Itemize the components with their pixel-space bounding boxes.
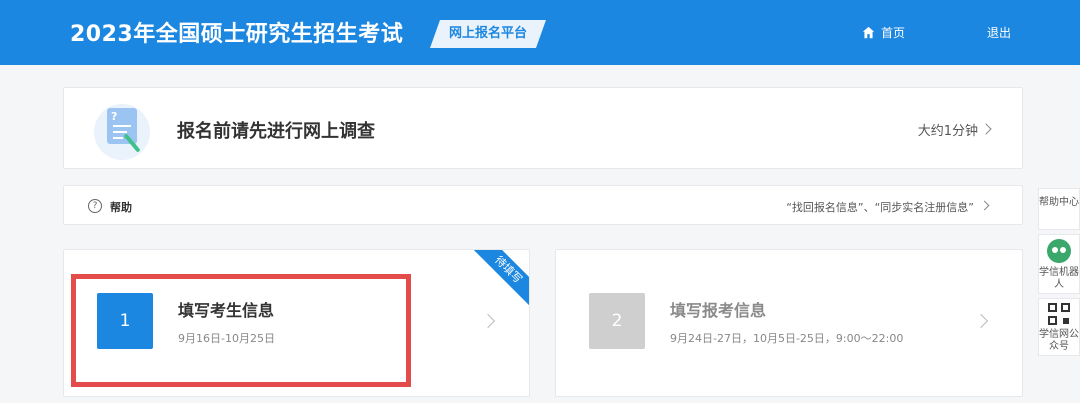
logout-link[interactable]: 退出: [987, 24, 1011, 41]
step-card-2[interactable]: 2 填写报考信息 9月24日-27日，10月5日-25日，9:00～22:00: [555, 249, 1023, 397]
highlight-box: [71, 274, 411, 387]
page-title: 2023年全国硕士研究生招生考试: [70, 22, 404, 47]
step-number: 2: [589, 293, 645, 349]
help-label: 帮助: [110, 201, 132, 214]
qr-code-icon: [1048, 303, 1070, 325]
chevron-right-icon: [973, 313, 989, 329]
help-center-button[interactable]: 帮助中心: [1038, 188, 1080, 230]
help-center-label: 帮助中心: [1039, 197, 1079, 208]
home-link[interactable]: 首页: [862, 24, 905, 41]
question-icon: ?: [88, 199, 102, 213]
robot-icon: [1047, 239, 1071, 263]
status-ribbon: 待填写: [469, 250, 529, 309]
survey-card[interactable]: ? 报名前请先进行网上调查 大约1分钟: [63, 87, 1023, 169]
platform-tag: 网上报名平台: [430, 20, 546, 48]
top-header: 2023年全国硕士研究生招生考试 网上报名平台 首页 退出: [0, 0, 1080, 65]
step-title: 填写报考信息: [670, 301, 767, 320]
step-time: 9月24日-27日，10月5日-25日，9:00～22:00: [670, 332, 904, 345]
help-links[interactable]: “找回报名信息”、“同步实名注册信息”: [786, 199, 974, 215]
survey-duration: 大约1分钟: [917, 124, 978, 139]
chevron-right-icon: [980, 123, 992, 135]
home-icon: [862, 26, 875, 39]
survey-title: 报名前请先进行网上调查: [177, 121, 375, 142]
wechat-button[interactable]: 学信网公众号: [1038, 298, 1080, 356]
survey-icon: ?: [94, 104, 150, 160]
help-bar[interactable]: ? 帮助 “找回报名信息”、“同步实名注册信息”: [63, 185, 1023, 225]
wechat-label: 学信网公众号: [1039, 329, 1079, 352]
chatbot-button[interactable]: 学信机器人: [1038, 234, 1080, 294]
chevron-right-icon: [979, 200, 990, 211]
home-label: 首页: [881, 26, 906, 40]
chatbot-label: 学信机器人: [1039, 267, 1079, 290]
chevron-right-icon: [480, 313, 496, 329]
